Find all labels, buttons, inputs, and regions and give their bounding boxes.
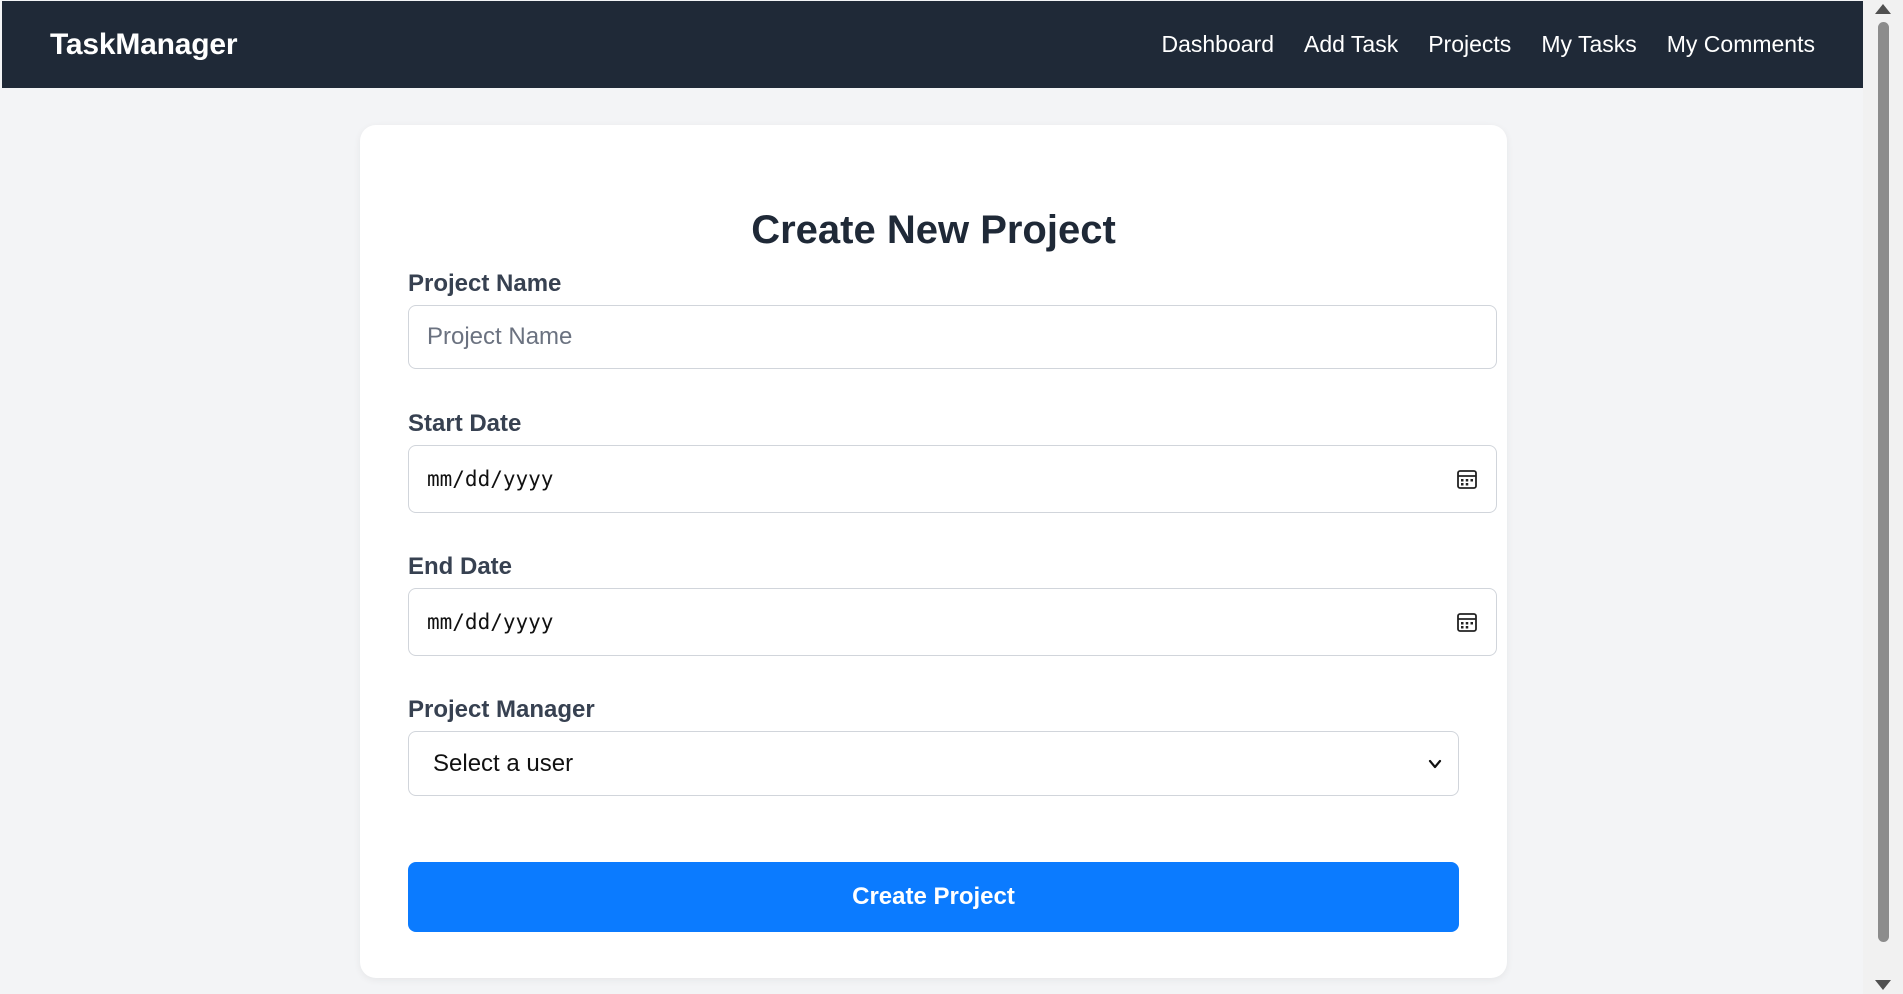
project-manager-selected: Select a user: [433, 749, 574, 777]
project-manager-select[interactable]: Select a user: [408, 731, 1459, 796]
calendar-icon[interactable]: [1456, 468, 1478, 490]
nav-links: Dashboard Add Task Projects My Tasks My …: [1161, 31, 1815, 58]
project-manager-label: Project Manager: [408, 696, 595, 723]
end-date-label: End Date: [408, 553, 513, 580]
project-name-input[interactable]: [408, 305, 1497, 369]
create-project-button[interactable]: Create Project: [408, 862, 1459, 932]
calendar-icon[interactable]: [1456, 611, 1478, 633]
end-date-value: mm/dd/yyyy: [427, 610, 554, 634]
nav-link-dashboard[interactable]: Dashboard: [1161, 31, 1274, 58]
create-project-card: Create New Project Project Name Start Da…: [360, 125, 1507, 978]
scroll-down-arrow-icon[interactable]: [1875, 980, 1891, 990]
page-title: Create New Project: [751, 208, 1116, 252]
start-date-value: mm/dd/yyyy: [427, 467, 554, 491]
viewport: TaskManager Dashboard Add Task Projects …: [2, 1, 1863, 994]
nav-link-my-comments[interactable]: My Comments: [1667, 31, 1815, 58]
chevron-down-icon: [1428, 759, 1442, 768]
vertical-scrollbar[interactable]: [1863, 0, 1903, 994]
scroll-thumb[interactable]: [1878, 22, 1889, 942]
start-date-label: Start Date: [408, 410, 522, 437]
project-name-label: Project Name: [408, 270, 562, 297]
end-date-input[interactable]: mm/dd/yyyy: [408, 588, 1497, 656]
scroll-up-arrow-icon[interactable]: [1875, 4, 1891, 14]
brand-logo[interactable]: TaskManager: [50, 28, 238, 62]
top-navbar: TaskManager Dashboard Add Task Projects …: [2, 1, 1863, 88]
nav-link-projects[interactable]: Projects: [1428, 31, 1511, 58]
nav-link-my-tasks[interactable]: My Tasks: [1541, 31, 1636, 58]
nav-link-add-task[interactable]: Add Task: [1304, 31, 1398, 58]
start-date-input[interactable]: mm/dd/yyyy: [408, 445, 1497, 513]
